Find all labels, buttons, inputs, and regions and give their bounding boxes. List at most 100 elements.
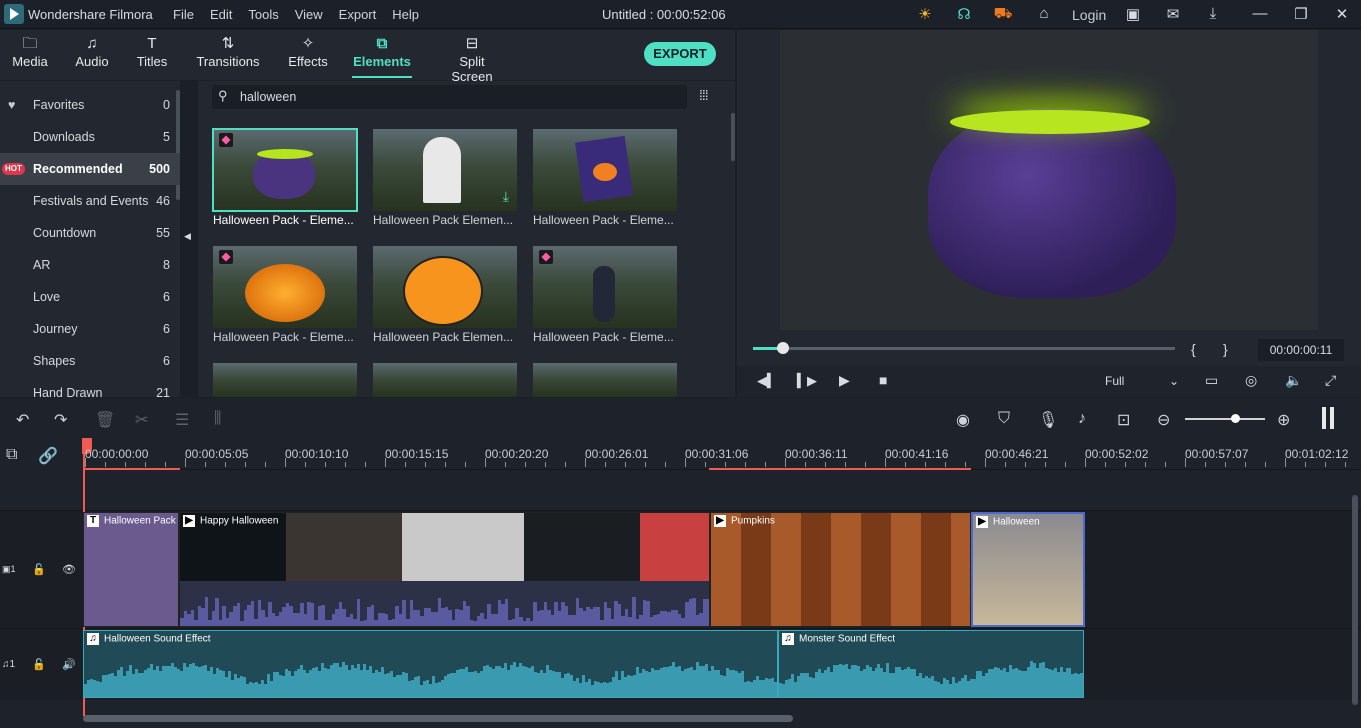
mark-in-button[interactable]: { bbox=[1191, 341, 1196, 357]
export-button[interactable]: EXPORT bbox=[644, 42, 716, 66]
link-icon[interactable]: 🔗 bbox=[38, 446, 58, 466]
quality-select[interactable]: Full ⌄ bbox=[1097, 370, 1185, 392]
lock-icon[interactable]: 🔓 bbox=[32, 563, 46, 576]
speaker-icon[interactable]: 🔊 bbox=[62, 658, 76, 671]
preview-progress-track[interactable] bbox=[753, 347, 1175, 350]
mark-out-button[interactable]: } bbox=[1223, 341, 1228, 357]
fit-timeline-icon[interactable]: ⊡ bbox=[1117, 410, 1130, 430]
ruler-label: 00:00:00:00 bbox=[85, 447, 148, 461]
preview-scrubber-handle[interactable] bbox=[777, 342, 789, 354]
video-clip[interactable]: ▶ Pumpkins bbox=[710, 512, 971, 627]
close-icon[interactable]: ✕ bbox=[1330, 5, 1354, 23]
cut-icon[interactable]: ✂ bbox=[135, 410, 148, 430]
tab-audio[interactable]: ♫ Audio bbox=[72, 30, 112, 80]
ruler-tick bbox=[1325, 462, 1326, 467]
tab-split-screen[interactable]: ⊟ Split Screen bbox=[438, 30, 506, 80]
support-headset-icon[interactable]: ☊ bbox=[952, 5, 976, 23]
sidebar-item-count: 5 bbox=[163, 121, 170, 153]
audio-clip[interactable]: ♫ Halloween Sound Effect bbox=[83, 630, 778, 698]
fullscreen-icon[interactable]: ⤢ bbox=[1325, 372, 1336, 389]
element-thumbnail[interactable] bbox=[533, 363, 677, 397]
effects-icon: ✧ bbox=[286, 30, 330, 54]
element-thumbnail[interactable] bbox=[533, 129, 677, 211]
volume-icon[interactable]: 🔈 bbox=[1285, 372, 1302, 389]
audio-waveform-icon[interactable]: ⫼ bbox=[214, 410, 221, 428]
collapse-sidebar-icon[interactable]: ◀ bbox=[184, 231, 191, 242]
audio-clip[interactable]: ♫ Monster Sound Effect bbox=[778, 630, 1084, 698]
sidebar-item-downloads[interactable]: Downloads 5 bbox=[0, 121, 180, 153]
search-box[interactable]: ⚲ halloween bbox=[212, 85, 687, 109]
download-icon[interactable]: ⤓ bbox=[1201, 5, 1225, 22]
ruler-label: 00:00:31:06 bbox=[685, 447, 748, 461]
grid-scrollbar[interactable] bbox=[731, 113, 735, 161]
video-clip[interactable]: T Halloween Pack bbox=[83, 512, 179, 627]
menu-edit[interactable]: Edit bbox=[210, 7, 232, 22]
marker-icon[interactable]: ⛉ bbox=[998, 410, 1010, 428]
element-thumbnail[interactable]: ⤓ bbox=[373, 129, 517, 211]
sidebar-item-ar[interactable]: AR 8 bbox=[0, 249, 180, 281]
menu-file[interactable]: File bbox=[173, 7, 194, 22]
video-clip[interactable]: ▶ Halloween bbox=[971, 512, 1085, 627]
preview-timecode: 00:00:00:11 bbox=[1258, 339, 1344, 361]
display-icon[interactable]: ▭ bbox=[1205, 372, 1218, 389]
restore-icon[interactable]: ❐ bbox=[1289, 5, 1313, 23]
grid-view-icon[interactable]: ⁞⁞⁞ bbox=[699, 87, 708, 103]
minimize-icon[interactable]: — bbox=[1248, 5, 1272, 22]
tab-transitions[interactable]: ⇅ Transitions bbox=[196, 30, 260, 80]
search-input[interactable]: halloween bbox=[240, 90, 296, 104]
login-button[interactable]: Login bbox=[1072, 7, 1106, 23]
menu-view[interactable]: View bbox=[295, 7, 323, 22]
tab-elements[interactable]: ⧉ Elements bbox=[352, 30, 412, 80]
undo-icon[interactable]: ↶ bbox=[16, 410, 29, 430]
timeline-pause-icon[interactable] bbox=[1322, 407, 1326, 429]
save-icon[interactable]: ▣ bbox=[1121, 5, 1145, 23]
stop-icon[interactable]: ■ bbox=[879, 372, 887, 388]
element-thumbnail[interactable] bbox=[373, 246, 517, 328]
sidebar-item-hand-drawn[interactable]: Hand Drawn 21 bbox=[0, 377, 180, 409]
sidebar-item-count: 55 bbox=[156, 217, 170, 249]
zoom-slider[interactable] bbox=[1185, 418, 1265, 420]
mail-icon[interactable]: ✉ bbox=[1161, 5, 1185, 23]
snapshot-icon[interactable]: ◎ bbox=[1245, 372, 1257, 389]
timeline-scrollbar[interactable] bbox=[83, 715, 793, 722]
menu-help[interactable]: Help bbox=[392, 7, 419, 22]
sidebar-item-countdown[interactable]: Countdown 55 bbox=[0, 217, 180, 249]
sidebar-item-recommended[interactable]: HOT Recommended 500 bbox=[0, 153, 180, 185]
sidebar-item-shapes[interactable]: Shapes 6 bbox=[0, 345, 180, 377]
adjust-icon[interactable]: ☰ bbox=[175, 410, 189, 430]
menu-tools[interactable]: Tools bbox=[248, 7, 278, 22]
redo-icon[interactable]: ↷ bbox=[54, 410, 67, 430]
gift-icon[interactable]: ⌂ bbox=[1032, 5, 1056, 22]
ruler-tick bbox=[805, 462, 806, 467]
element-thumbnail[interactable] bbox=[533, 246, 677, 328]
menu-export[interactable]: Export bbox=[339, 7, 377, 22]
zoom-out-icon[interactable]: ⊖ bbox=[1157, 410, 1170, 430]
element-thumbnail[interactable] bbox=[213, 129, 357, 211]
audio-mixer-icon[interactable]: ♪ bbox=[1078, 410, 1086, 428]
microphone-icon[interactable]: 🎙 bbox=[1038, 410, 1058, 430]
play-frame-icon[interactable]: ▍▶ bbox=[797, 373, 817, 389]
tips-icon[interactable]: ☀ bbox=[913, 5, 937, 23]
delete-icon[interactable]: 🗑 bbox=[95, 410, 115, 430]
element-thumbnail[interactable] bbox=[373, 363, 517, 397]
zoom-in-icon[interactable]: ⊕ bbox=[1277, 410, 1290, 430]
sidebar-item-journey[interactable]: Journey 6 bbox=[0, 313, 180, 345]
zoom-slider-handle[interactable] bbox=[1231, 414, 1240, 423]
play-icon[interactable]: ▶ bbox=[839, 372, 850, 389]
eye-icon[interactable]: 👁 bbox=[62, 563, 76, 576]
element-thumbnail[interactable] bbox=[213, 363, 357, 397]
tab-effects[interactable]: ✧ Effects bbox=[286, 30, 330, 80]
video-clip[interactable]: ▶ Happy Halloween bbox=[179, 512, 710, 627]
sidebar-item-love[interactable]: Love 6 bbox=[0, 281, 180, 313]
timeline-vertical-scrollbar[interactable] bbox=[1352, 495, 1358, 705]
lock-icon[interactable]: 🔓 bbox=[32, 658, 46, 671]
tab-media[interactable]: 🗀 Media bbox=[10, 30, 50, 80]
render-icon[interactable]: ◉ bbox=[956, 410, 970, 430]
tab-titles[interactable]: T Titles bbox=[132, 30, 172, 80]
cart-icon[interactable]: ⛟ bbox=[991, 5, 1015, 24]
add-track-icon[interactable]: ⧉ bbox=[6, 446, 17, 464]
sidebar-item-festivals-and-events[interactable]: Festivals and Events 46 bbox=[0, 185, 180, 217]
element-thumbnail[interactable] bbox=[213, 246, 357, 328]
sidebar-item-favorites[interactable]: ♥ Favorites 0 bbox=[0, 89, 180, 121]
previous-frame-icon[interactable]: ◀▍ bbox=[757, 373, 777, 389]
